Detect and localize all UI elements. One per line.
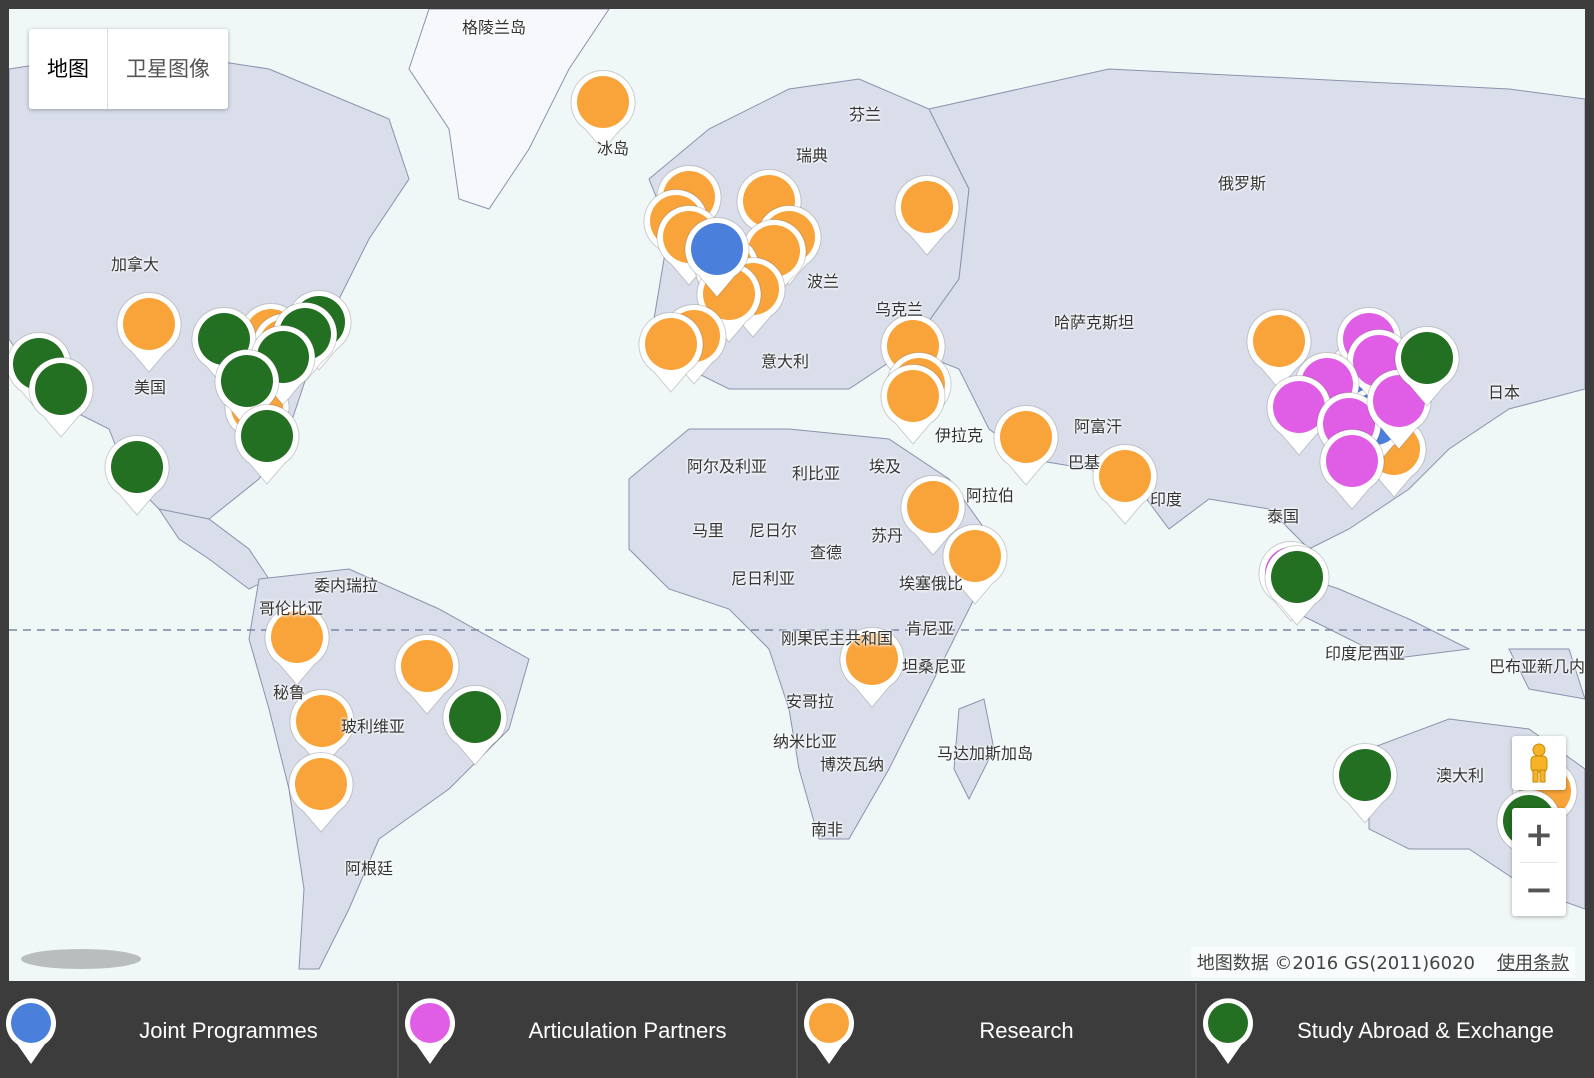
legend-research[interactable]: Research [798, 983, 1197, 1078]
map-type-satellite-button[interactable]: 卫星图像 [108, 29, 228, 109]
legend-bar: Joint Programmes Articulation Partners R… [0, 983, 1594, 1078]
zoom-out-button[interactable]: − [1512, 863, 1566, 917]
legend-label: Joint Programmes [139, 1017, 318, 1043]
magenta-pin-icon [405, 998, 455, 1064]
zoom-control: + − [1512, 808, 1566, 916]
google-logo[interactable] [21, 949, 141, 969]
legend-joint-programmes[interactable]: Joint Programmes [0, 983, 399, 1078]
legend-articulation-partners[interactable]: Articulation Partners [399, 983, 798, 1078]
map-data-credit: 地图数据 ©2016 GS(2011)6020 [1196, 953, 1475, 974]
legend-label: Study Abroad & Exchange [1297, 1017, 1554, 1043]
map-attribution: 地图数据 ©2016 GS(2011)6020 使用条款 [1190, 947, 1575, 977]
research-marker-16[interactable] [993, 405, 1059, 486]
legend-label: Articulation Partners [528, 1017, 727, 1043]
terms-of-use-link[interactable]: 使用条款 [1497, 953, 1569, 974]
research-marker-17[interactable] [1092, 444, 1158, 525]
map[interactable]: 格陵兰岛 冰岛 芬兰 瑞典 俄罗斯 加拿大 美国 波兰 乌克兰 哈萨克斯坦 意大… [9, 9, 1585, 981]
map-type-control: 地图 卫星图像 [29, 29, 228, 109]
map-type-map-button[interactable]: 地图 [29, 29, 108, 109]
orange-pin-icon [804, 998, 854, 1064]
map-canvas[interactable] [9, 9, 1585, 981]
blue-pin-icon [5, 998, 56, 1064]
study-marker-45[interactable] [28, 357, 94, 438]
street-view-pegman-icon[interactable] [1512, 736, 1566, 790]
legend-label: Research [979, 1017, 1074, 1043]
green-pin-icon [1203, 998, 1253, 1064]
legend-study-abroad-exchange[interactable]: Study Abroad & Exchange [1197, 983, 1594, 1078]
research-marker-15[interactable] [880, 364, 946, 445]
zoom-in-button[interactable]: + [1512, 808, 1566, 862]
research-marker-0[interactable] [570, 70, 636, 151]
